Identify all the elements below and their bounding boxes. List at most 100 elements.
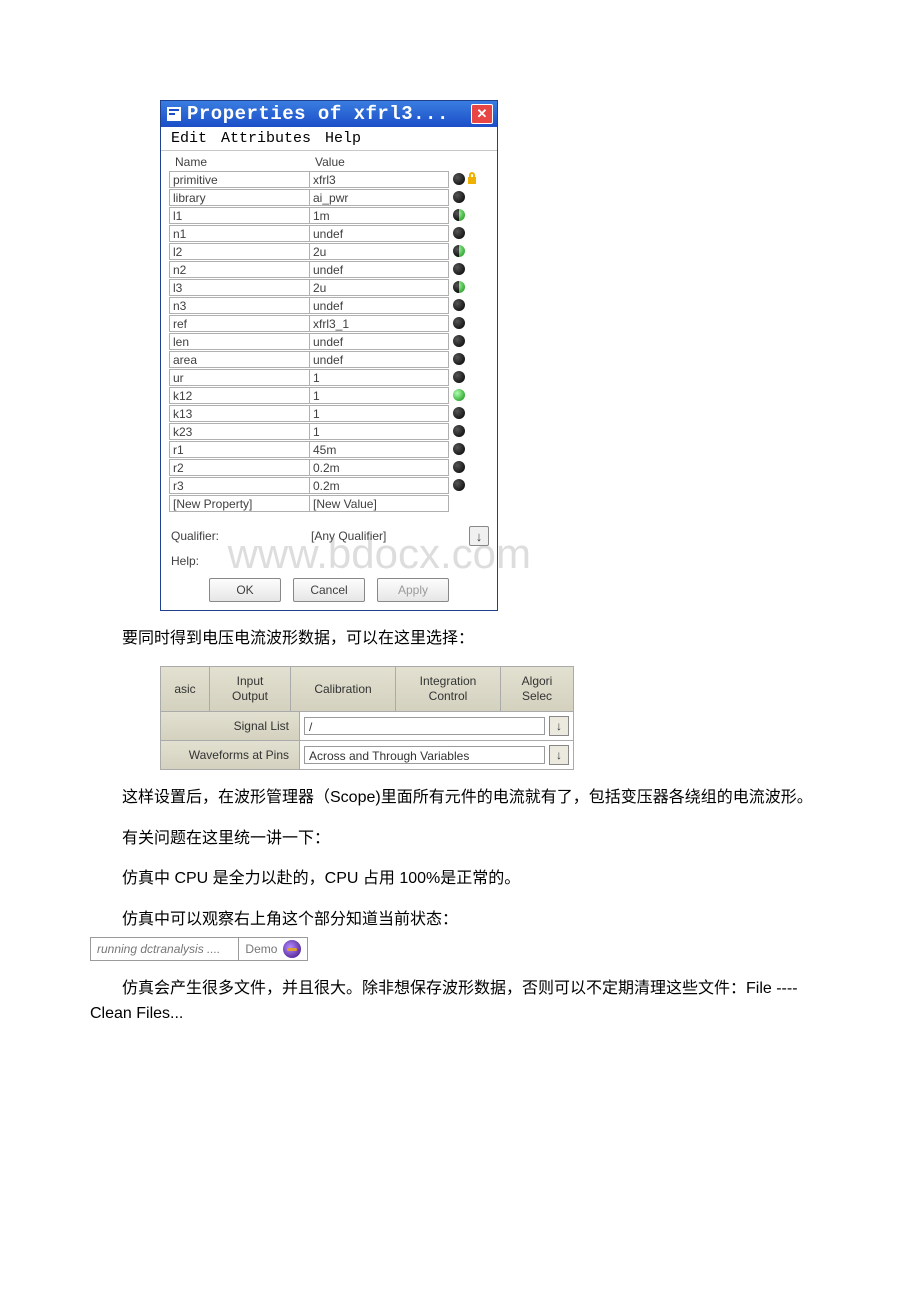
property-row[interactable]: lenundef <box>169 332 489 350</box>
property-status <box>449 425 489 437</box>
tab-asic[interactable]: asic <box>161 667 210 711</box>
property-value[interactable]: ai_pwr <box>309 189 449 206</box>
tab-calibration[interactable]: Calibration <box>291 667 396 711</box>
property-status <box>449 407 489 419</box>
property-value[interactable]: xfrl3 <box>309 171 449 188</box>
ok-button[interactable]: OK <box>209 578 281 602</box>
property-value[interactable]: 2u <box>309 279 449 296</box>
options-panel: asic InputOutput Calibration Integration… <box>160 666 574 770</box>
signal-list-dropdown-icon[interactable]: ↓ <box>549 716 569 736</box>
status-dot-icon <box>453 317 465 329</box>
status-dot-icon <box>453 461 465 473</box>
status-bar: running dctranalysis .... Demo <box>90 937 308 961</box>
property-value[interactable]: 2u <box>309 243 449 260</box>
property-value[interactable]: undef <box>309 297 449 314</box>
property-name[interactable]: l1 <box>169 207 309 224</box>
title-bar[interactable]: Properties of xfrl3... ✕ <box>161 101 497 127</box>
property-row[interactable]: libraryai_pwr <box>169 188 489 206</box>
property-name[interactable]: k12 <box>169 387 309 404</box>
status-dot-icon <box>453 173 465 185</box>
paragraph: 这样设置后，在波形管理器（Scope)里面所有元件的电流就有了，包括变压器各绕组… <box>90 786 830 811</box>
waveforms-dropdown-icon[interactable]: ↓ <box>549 745 569 765</box>
property-row[interactable]: [New Property][New Value] <box>169 494 489 512</box>
property-value[interactable]: 0.2m <box>309 459 449 476</box>
property-name[interactable]: l3 <box>169 279 309 296</box>
property-row[interactable]: k121 <box>169 386 489 404</box>
status-text: running dctranalysis .... <box>91 942 238 956</box>
menu-help[interactable]: Help <box>325 130 361 147</box>
property-row[interactable]: l22u <box>169 242 489 260</box>
title-text: Properties of xfrl3... <box>187 103 449 125</box>
property-value[interactable]: 1 <box>309 369 449 386</box>
property-row[interactable]: k131 <box>169 404 489 422</box>
property-row[interactable]: primitivexfrl3 <box>169 170 489 188</box>
status-dot-icon <box>453 371 465 383</box>
paragraph: 仿真中可以观察右上角这个部分知道当前状态： <box>90 908 830 933</box>
property-status <box>449 281 489 293</box>
property-row[interactable]: refxfrl3_1 <box>169 314 489 332</box>
property-value[interactable]: xfrl3_1 <box>309 315 449 332</box>
property-row[interactable]: ur1 <box>169 368 489 386</box>
property-value[interactable]: undef <box>309 333 449 350</box>
property-value[interactable]: 45m <box>309 441 449 458</box>
property-value[interactable]: 1 <box>309 387 449 404</box>
menu-attributes[interactable]: Attributes <box>221 130 311 147</box>
property-name[interactable]: l2 <box>169 243 309 260</box>
property-name[interactable]: k13 <box>169 405 309 422</box>
watermark: www.bdocx.com <box>228 530 531 578</box>
property-value[interactable]: 1m <box>309 207 449 224</box>
property-value[interactable]: undef <box>309 225 449 242</box>
property-row[interactable]: areaundef <box>169 350 489 368</box>
apply-button[interactable]: Apply <box>377 578 449 602</box>
property-status <box>449 371 489 383</box>
property-row[interactable]: r20.2m <box>169 458 489 476</box>
property-row[interactable]: n1undef <box>169 224 489 242</box>
tab-input-output[interactable]: InputOutput <box>210 667 291 711</box>
col-value: Value <box>315 155 345 169</box>
property-row[interactable]: r145m <box>169 440 489 458</box>
property-name[interactable]: ref <box>169 315 309 332</box>
property-row[interactable]: n3undef <box>169 296 489 314</box>
property-name[interactable]: ur <box>169 369 309 386</box>
status-dot-icon <box>453 335 465 347</box>
property-row[interactable]: l32u <box>169 278 489 296</box>
waveforms-input[interactable]: Across and Through Variables <box>304 746 545 764</box>
property-value[interactable]: 1 <box>309 405 449 422</box>
property-row[interactable]: k231 <box>169 422 489 440</box>
property-name[interactable]: library <box>169 189 309 206</box>
property-name[interactable]: n3 <box>169 297 309 314</box>
property-status <box>449 172 489 187</box>
property-status <box>449 389 489 401</box>
property-value[interactable]: undef <box>309 351 449 368</box>
property-row[interactable]: n2undef <box>169 260 489 278</box>
property-status <box>449 479 489 491</box>
property-name[interactable]: n2 <box>169 261 309 278</box>
property-value[interactable]: 0.2m <box>309 477 449 494</box>
property-value[interactable]: 1 <box>309 423 449 440</box>
property-name[interactable]: r3 <box>169 477 309 494</box>
status-dot-icon <box>453 443 465 455</box>
property-name[interactable]: n1 <box>169 225 309 242</box>
property-name[interactable]: area <box>169 351 309 368</box>
property-value[interactable]: [New Value] <box>309 495 449 512</box>
property-row[interactable]: r30.2m <box>169 476 489 494</box>
property-name[interactable]: len <box>169 333 309 350</box>
paragraph: 仿真会产生很多文件，并且很大。除非想保存波形数据，否则可以不定期清理这些文件：F… <box>90 977 830 1027</box>
property-name[interactable]: k23 <box>169 423 309 440</box>
cancel-button[interactable]: Cancel <box>293 578 365 602</box>
tab-algorithm[interactable]: AlgoriSelec <box>501 667 573 711</box>
app-icon <box>283 940 301 958</box>
property-value[interactable]: undef <box>309 261 449 278</box>
property-status <box>449 443 489 455</box>
property-row[interactable]: l11m <box>169 206 489 224</box>
property-name[interactable]: r1 <box>169 441 309 458</box>
property-name[interactable]: primitive <box>169 171 309 188</box>
menu-edit[interactable]: Edit <box>171 130 207 147</box>
property-name[interactable]: [New Property] <box>169 495 309 512</box>
status-dot-icon <box>453 245 465 257</box>
close-icon[interactable]: ✕ <box>471 104 493 124</box>
paragraph: 仿真中 CPU 是全力以赴的，CPU 占用 100%是正常的。 <box>90 867 830 892</box>
tab-integration-control[interactable]: IntegrationControl <box>396 667 501 711</box>
signal-list-input[interactable]: / <box>304 717 545 735</box>
property-name[interactable]: r2 <box>169 459 309 476</box>
